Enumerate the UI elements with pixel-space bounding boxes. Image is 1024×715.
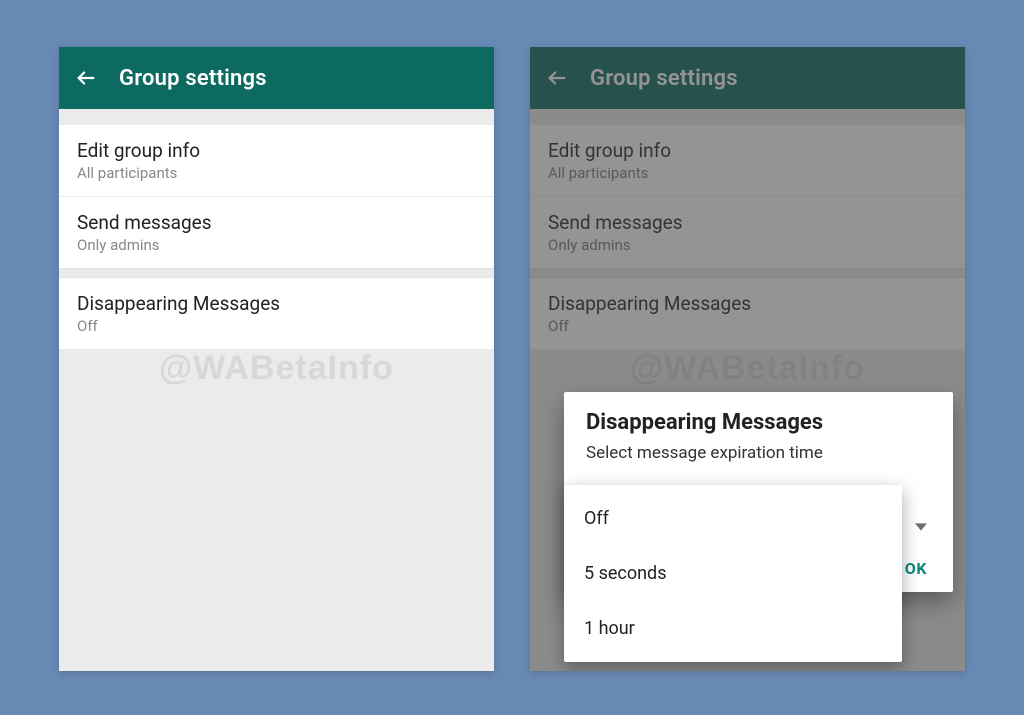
settings-section-1: Edit group info All participants Send me… [59,125,494,268]
row-secondary: All participants [77,164,476,182]
option-off[interactable]: Off [564,491,902,546]
phone-right: Group settings Edit group info All parti… [530,47,965,671]
appbar: Group settings [59,47,494,109]
dialog-subtitle: Select message expiration time [586,443,931,463]
phone-left: Group settings Edit group info All parti… [59,47,494,671]
row-primary: Send messages [77,211,476,234]
row-secondary: Off [77,317,476,335]
section-divider [59,268,494,278]
watermark-text: @WABetaInfo [59,349,494,388]
row-primary: Edit group info [77,139,476,162]
settings-section-2: Disappearing Messages Off [59,278,494,349]
row-edit-group-info[interactable]: Edit group info All participants [59,125,494,197]
row-secondary: Only admins [77,236,476,254]
expiration-dropdown: Off 5 seconds 1 hour [564,485,902,662]
spacer [59,109,494,125]
option-1-hour[interactable]: 1 hour [564,601,902,656]
dialog-title: Disappearing Messages [586,410,931,435]
appbar-title: Group settings [119,66,267,91]
option-5-seconds[interactable]: 5 seconds [564,546,902,601]
back-arrow-icon[interactable] [75,67,97,89]
row-disappearing-messages[interactable]: Disappearing Messages Off [59,278,494,349]
row-primary: Disappearing Messages [77,292,476,315]
row-send-messages[interactable]: Send messages Only admins [59,197,494,268]
dropdown-caret-icon[interactable] [915,518,927,537]
ok-button[interactable]: OK [905,559,927,578]
